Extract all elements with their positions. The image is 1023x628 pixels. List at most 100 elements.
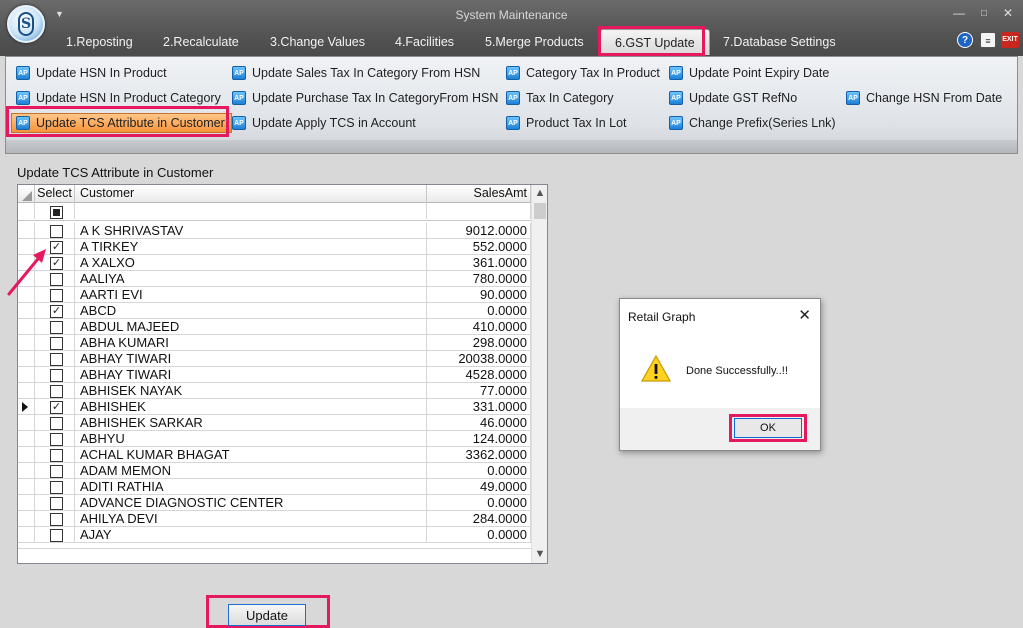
ribbon-update-purchase-tax-from-hsn[interactable]: AP Update Purchase Tax In CategoryFrom H… [232, 88, 498, 108]
ribbon-update-apply-tcs-in-account[interactable]: AP Update Apply TCS in Account [232, 113, 416, 133]
row-checkbox[interactable] [50, 369, 63, 382]
salesamt-cell[interactable]: 361.0000 [427, 255, 531, 271]
row-indicator-cell[interactable] [18, 303, 35, 319]
update-button[interactable]: Update [228, 604, 306, 626]
row-checkbox[interactable]: ✓ [50, 257, 63, 270]
table-row[interactable]: ADVANCE DIAGNOSTIC CENTER 0.0000 [18, 495, 531, 511]
row-indicator-cell[interactable] [18, 223, 35, 239]
customer-cell[interactable]: ADAM MEMON [75, 463, 427, 479]
salesamt-cell[interactable]: 410.0000 [427, 319, 531, 335]
scroll-down-icon[interactable]: ▼ [532, 546, 548, 563]
tab-reposting[interactable]: 1.Reposting [66, 35, 133, 55]
row-indicator-cell[interactable] [18, 399, 35, 415]
row-checkbox[interactable]: ✓ [50, 401, 63, 414]
help-icon[interactable]: ? [957, 32, 973, 48]
row-checkbox[interactable] [50, 225, 63, 238]
customer-cell[interactable]: ABHAY TIWARI [75, 351, 427, 367]
salesamt-cell[interactable]: 331.0000 [427, 399, 531, 415]
table-row[interactable]: ✓ A XALXO 361.0000 [18, 255, 531, 271]
tab-facilities[interactable]: 4.Facilities [395, 35, 454, 55]
ribbon-update-sales-tax-from-hsn[interactable]: AP Update Sales Tax In Category From HSN [232, 63, 480, 83]
row-checkbox[interactable]: ✓ [50, 241, 63, 254]
exit-icon[interactable]: EXIT [1001, 32, 1019, 48]
ribbon-change-prefix[interactable]: AP Change Prefix(Series Lnk) [669, 113, 836, 133]
customer-cell[interactable]: ABHA KUMARI [75, 335, 427, 351]
salesamt-cell[interactable]: 0.0000 [427, 527, 531, 543]
table-row[interactable]: A K SHRIVASTAV 9012.0000 [18, 223, 531, 239]
table-row[interactable]: AJAY 0.0000 [18, 527, 531, 543]
row-indicator-cell[interactable] [18, 527, 35, 543]
customer-cell[interactable]: ADITI RATHIA [75, 479, 427, 495]
row-checkbox[interactable] [50, 353, 63, 366]
ribbon-update-hsn-in-product[interactable]: AP Update HSN In Product [16, 63, 167, 83]
salesamt-filter-cell[interactable] [427, 203, 531, 219]
table-row[interactable]: ABHAY TIWARI 20038.0000 [18, 351, 531, 367]
column-header-select[interactable]: Select [35, 185, 75, 203]
customer-cell[interactable]: AARTI EVI [75, 287, 427, 303]
row-checkbox[interactable] [50, 449, 63, 462]
table-row[interactable]: ABHA KUMARI 298.0000 [18, 335, 531, 351]
dialog-close-button[interactable]: ✕ [798, 306, 811, 324]
customer-cell[interactable]: ABHYU [75, 431, 427, 447]
maximize-button[interactable]: □ [976, 8, 992, 19]
row-checkbox[interactable]: ✓ [50, 305, 63, 318]
salesamt-cell[interactable]: 77.0000 [427, 383, 531, 399]
tab-database-settings[interactable]: 7.Database Settings [723, 35, 836, 55]
customer-cell[interactable]: A XALXO [75, 255, 427, 271]
row-indicator-cell[interactable] [18, 319, 35, 335]
column-header-salesamt[interactable]: SalesAmt [427, 185, 531, 203]
salesamt-cell[interactable]: 0.0000 [427, 463, 531, 479]
customer-cell[interactable]: ABHISHEK [75, 399, 427, 415]
table-row[interactable] [18, 543, 531, 549]
row-checkbox[interactable] [50, 337, 63, 350]
salesamt-cell[interactable]: 20038.0000 [427, 351, 531, 367]
row-checkbox[interactable] [50, 321, 63, 334]
table-row[interactable]: ADITI RATHIA 49.0000 [18, 479, 531, 495]
table-row[interactable]: AALIYA 780.0000 [18, 271, 531, 287]
salesamt-cell[interactable]: 0.0000 [427, 303, 531, 319]
customer-cell[interactable]: ABDUL MAJEED [75, 319, 427, 335]
customer-filter-cell[interactable] [75, 203, 427, 219]
row-indicator-cell[interactable] [18, 495, 35, 511]
table-row[interactable]: ✓ ABHISHEK 331.0000 [18, 399, 531, 415]
ribbon-category-tax-in-product[interactable]: AP Category Tax In Product [506, 63, 660, 83]
customer-cell[interactable]: AHILYA DEVI [75, 511, 427, 527]
close-window-button[interactable]: ✕ [1000, 6, 1016, 20]
row-checkbox[interactable] [50, 529, 63, 542]
customer-cell[interactable]: ABHISEK NAYAK [75, 383, 427, 399]
customer-cell[interactable]: ADVANCE DIAGNOSTIC CENTER [75, 495, 427, 511]
row-indicator-cell[interactable] [18, 431, 35, 447]
table-row[interactable]: ABDUL MAJEED 410.0000 [18, 319, 531, 335]
tab-change-values[interactable]: 3.Change Values [270, 35, 365, 55]
ribbon-update-point-expiry-date[interactable]: AP Update Point Expiry Date [669, 63, 829, 83]
row-indicator-cell[interactable] [18, 415, 35, 431]
minimize-button[interactable]: — [951, 6, 967, 20]
row-checkbox[interactable] [50, 433, 63, 446]
row-checkbox[interactable] [50, 289, 63, 302]
column-header-customer[interactable]: Customer [75, 185, 427, 203]
table-row[interactable]: ADAM MEMON 0.0000 [18, 463, 531, 479]
salesamt-cell[interactable]: 46.0000 [427, 415, 531, 431]
tab-recalculate[interactable]: 2.Recalculate [163, 35, 239, 55]
table-row[interactable]: ✓ ABCD 0.0000 [18, 303, 531, 319]
row-indicator-cell[interactable] [18, 479, 35, 495]
scroll-up-icon[interactable]: ▲ [532, 185, 548, 202]
ribbon-update-gst-refno[interactable]: AP Update GST RefNo [669, 88, 797, 108]
row-indicator-cell[interactable] [18, 335, 35, 351]
row-checkbox[interactable] [50, 497, 63, 510]
customer-cell[interactable]: ACHAL KUMAR BHAGAT [75, 447, 427, 463]
row-indicator-cell[interactable] [18, 463, 35, 479]
row-checkbox[interactable] [50, 513, 63, 526]
table-row[interactable]: ACHAL KUMAR BHAGAT 3362.0000 [18, 447, 531, 463]
vertical-scrollbar[interactable]: ▲ ▼ [531, 185, 547, 563]
salesamt-cell[interactable]: 49.0000 [427, 479, 531, 495]
customer-cell[interactable]: ABCD [75, 303, 427, 319]
salesamt-cell[interactable]: 552.0000 [427, 239, 531, 255]
row-checkbox[interactable] [50, 385, 63, 398]
customer-cell[interactable]: ABHAY TIWARI [75, 367, 427, 383]
select-all-corner[interactable] [18, 185, 35, 203]
salesamt-cell[interactable]: 3362.0000 [427, 447, 531, 463]
select-all-checkbox[interactable] [50, 206, 63, 219]
salesamt-cell[interactable]: 9012.0000 [427, 223, 531, 239]
salesamt-cell[interactable]: 0.0000 [427, 495, 531, 511]
